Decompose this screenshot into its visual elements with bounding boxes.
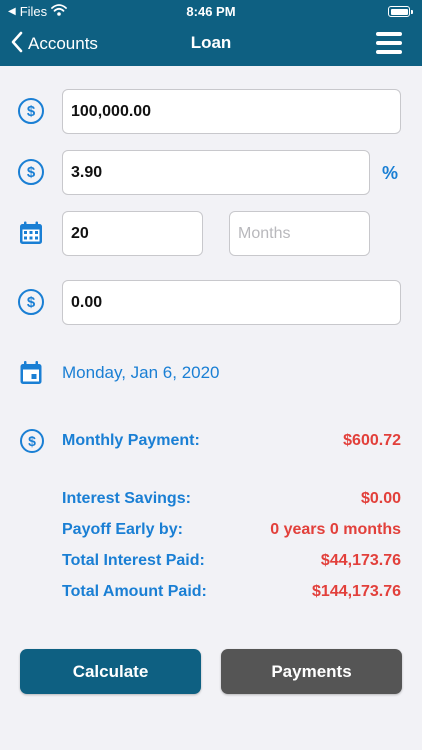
total-amount-value: $144,173.76 [312, 583, 401, 600]
total-interest-value: $44,173.76 [320, 552, 401, 569]
total-amount-label: Total Amount Paid: [62, 583, 207, 600]
term-years-input[interactable]: 20 [62, 211, 203, 256]
term-months-input[interactable]: Months [229, 211, 370, 256]
principal-input[interactable]: 100,000.00 [62, 89, 401, 134]
dollar-circle-icon: $ [18, 98, 44, 124]
calendar-icon [19, 360, 45, 386]
monthly-payment-value: $600.72 [343, 432, 401, 449]
status-bar: ◀ Files 8:46 PM [0, 0, 422, 24]
payments-button[interactable]: Payments [221, 649, 402, 694]
dollar-circle-icon: $ [18, 159, 44, 185]
percent-label: % [382, 163, 399, 183]
app-header: ◀ Files 8:46 PM Accounts Loan [0, 0, 422, 66]
payoff-early-label: Payoff Early by: [62, 521, 183, 538]
calculate-button[interactable]: Calculate [20, 649, 201, 694]
page-title: Loan [190, 33, 232, 52]
status-time: 8:46 PM [186, 4, 236, 19]
extra-payment-input[interactable]: 0.00 [62, 280, 401, 325]
battery-icon [388, 6, 413, 17]
total-interest-label: Total Interest Paid: [62, 552, 205, 569]
interest-savings-value: $0.00 [360, 490, 401, 507]
dollar-circle-icon: $ [20, 429, 46, 455]
monthly-payment-label: Monthly Payment: [62, 432, 200, 449]
menu-icon[interactable] [376, 32, 402, 54]
calendar-grid-icon [18, 220, 44, 246]
interest-savings-label: Interest Savings: [62, 490, 191, 507]
start-date[interactable]: Monday, Jan 6, 2020 [62, 363, 220, 383]
dollar-circle-icon: $ [18, 289, 44, 315]
payoff-early-value: 0 years 0 months [270, 521, 401, 538]
interest-rate-input[interactable]: 3.90 [62, 150, 370, 195]
